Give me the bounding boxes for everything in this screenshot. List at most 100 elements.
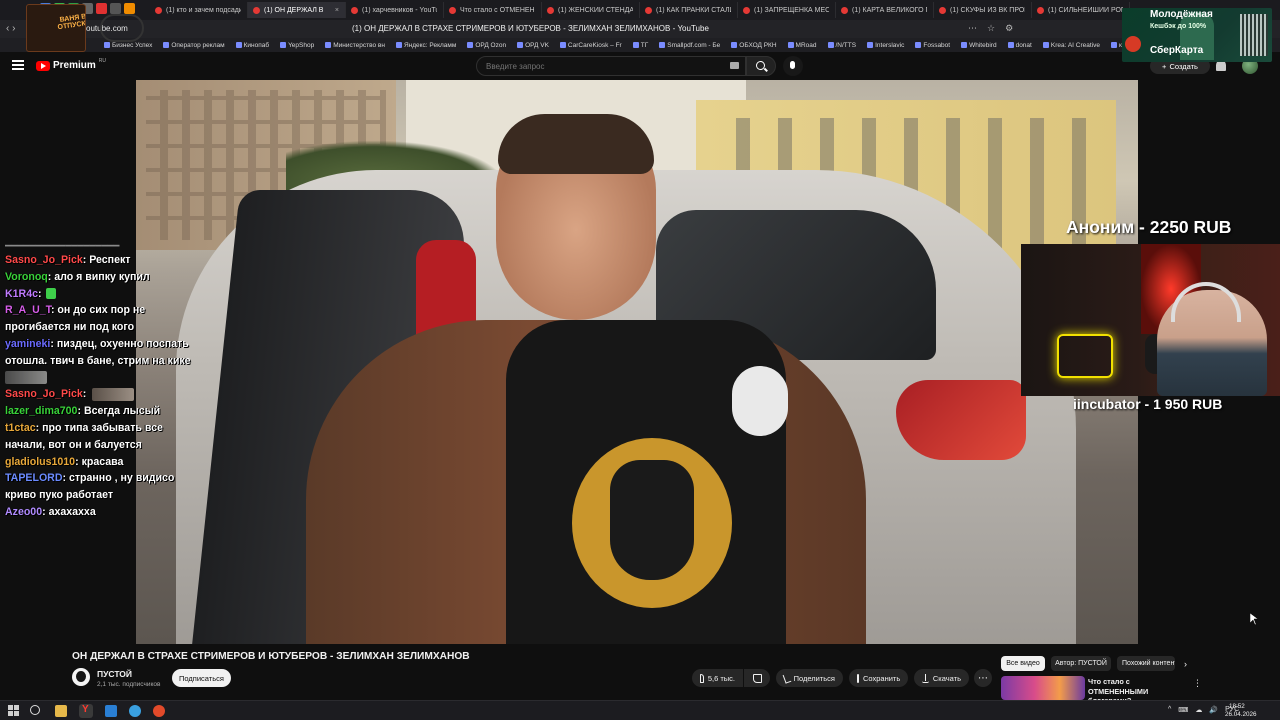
youtube-logo[interactable]: Premium RU: [36, 58, 106, 71]
chat-message: gladiolus1010: красава: [5, 454, 220, 471]
chat-text: ахахахха: [48, 505, 96, 518]
obs-icon[interactable]: [153, 705, 165, 717]
taskbar-app-icon[interactable]: [105, 705, 117, 717]
bookmark-item[interactable]: donat: [1007, 42, 1032, 49]
bookmark-item[interactable]: Fossabot: [915, 42, 950, 49]
tab-title: (1) ОН ДЕРЖАЛ В: [264, 6, 324, 14]
burger-king-logo: [1125, 36, 1141, 52]
tray-item[interactable]: ⌨: [1178, 706, 1188, 714]
download-button[interactable]: Скачать: [914, 669, 969, 687]
tray-item[interactable]: ☁: [1195, 706, 1202, 714]
bookmark-item[interactable]: ТГ: [632, 42, 648, 49]
tab-close-icon[interactable]: ×: [335, 7, 339, 14]
bookmark-item[interactable]: MRoad: [787, 42, 817, 49]
stream-chat-overlay: ━━━━━━━━━━━━━━━━━━━ Sasno_Jo_Pick: Респе…: [5, 244, 220, 521]
neon-sign-image: [1057, 334, 1113, 378]
browser-tab[interactable]: (1) СИЛЬНЕЙШИЙ РОБ: [1032, 2, 1130, 18]
channel-avatar[interactable]: [72, 668, 90, 686]
browser-tab[interactable]: (1) КАК ПРАНКИ СТАЛИ: [640, 2, 738, 18]
windows-taskbar: ^⌨☁🔊РУС 18:52 26.04.2026: [0, 700, 1280, 720]
bookmark-item[interactable]: Smallpdf.com - Бе: [659, 42, 720, 49]
related-video-menu-icon[interactable]: ⋮: [1193, 678, 1202, 689]
bookmark-label: Whitebird: [969, 41, 997, 49]
tray-item[interactable]: 🔊: [1209, 706, 1218, 714]
browser-tab[interactable]: (1) кто и зачем подсадил: [150, 2, 248, 18]
bookmark-label: Interslavic: [875, 41, 905, 49]
chip-similar-content[interactable]: Похожий контент: [1117, 656, 1175, 671]
video-player[interactable]: [136, 80, 1138, 644]
back-forward-icon[interactable]: ‹ ›: [6, 23, 15, 34]
chip-all-videos[interactable]: Все видео: [1001, 656, 1045, 671]
clock-date[interactable]: 26.04.2026: [1225, 711, 1257, 718]
bookmark-item[interactable]: Оператор реклам: [163, 42, 225, 49]
taskbar-search-icon[interactable]: [30, 705, 40, 715]
more-actions-button[interactable]: ⋯: [974, 669, 992, 687]
keyboard-icon[interactable]: [730, 62, 739, 69]
like-button[interactable]: 5,6 тыс.: [692, 669, 743, 687]
bookmark-item[interactable]: Whitebird: [961, 41, 997, 49]
windows-start-icon[interactable]: [8, 705, 20, 717]
bookmark-item[interactable]: Krea: AI Creative: [1042, 42, 1100, 49]
browser-tab[interactable]: (1) харчевников - YouTube: [346, 2, 444, 18]
related-video-thumbnail[interactable]: [1001, 676, 1085, 700]
bookmark-item[interactable]: Министерство вн: [325, 42, 385, 49]
chat-message: [5, 370, 220, 387]
browser-tab[interactable]: (1) ОН ДЕРЖАЛ В ×: [248, 2, 346, 18]
file-explorer-icon[interactable]: [55, 705, 67, 717]
plus-icon: +: [1162, 61, 1167, 71]
bookmark-item[interactable]: Кинопаб: [235, 42, 269, 49]
bookmark-item[interactable]: YepShop: [280, 42, 314, 49]
chat-username: R_A_U_T: [5, 304, 51, 317]
bookmark-item[interactable]: ОРД VK: [517, 42, 549, 49]
subscribe-button[interactable]: Подписаться: [172, 669, 231, 687]
pinned-tab-icon[interactable]: [110, 3, 121, 14]
chat-message: yamineki: пиздец, охуенно поспать: [5, 336, 220, 353]
translate-icon[interactable]: ⋯: [968, 23, 977, 34]
pinned-tab-icon[interactable]: [124, 3, 135, 14]
bookmark-favicon-icon: [395, 42, 402, 48]
bookmark-item[interactable]: Interslavic: [867, 42, 904, 49]
pinned-tab-icon[interactable]: [96, 3, 107, 14]
tab-favicon-icon: [253, 6, 260, 14]
channel-name[interactable]: ПУСТОЙ: [97, 669, 132, 679]
headphones-overlay-icon: [100, 14, 144, 42]
bookmark-item[interactable]: CarCareKiosk – Fr: [559, 42, 622, 49]
bookmark-label: Яндекс: Рекламм: [403, 41, 457, 49]
bookmark-item[interactable]: Бизнес Успех: [104, 42, 152, 49]
browser-tab[interactable]: (1) ЖЕНСКИЙ СТЕНДАП: [542, 2, 640, 18]
streamer-webcam: [1021, 244, 1280, 396]
chat-text: пиздец, охуенно поспать: [56, 337, 189, 350]
chip-author[interactable]: Автор: ПУСТОЙ: [1051, 656, 1111, 671]
browser-toolbar-icons[interactable]: ⋯ ☆ ⚙: [968, 23, 1013, 34]
browser-tab[interactable]: (1) ЗАПРЕЩЁНКА МЕСС: [738, 2, 836, 18]
bookmark-item[interactable]: ОБХОД РКН: [731, 42, 777, 49]
chat-username: t1ctac: [5, 421, 36, 434]
browser-tab[interactable]: (1) КАРТА ВЕЛИКОГО П: [836, 2, 934, 18]
tray-item[interactable]: ^: [1168, 706, 1171, 714]
chat-text: про типа забывать все: [42, 421, 163, 434]
voice-search-mic-icon[interactable]: [783, 56, 803, 76]
bookmark-favicon-icon: [915, 42, 922, 48]
bookmark-item[interactable]: Яндекс: Рекламм: [395, 41, 457, 49]
extensions-icon[interactable]: ⚙: [1005, 23, 1013, 34]
search-button[interactable]: [746, 56, 776, 76]
clock-time[interactable]: 18:52: [1229, 703, 1245, 710]
dislike-button[interactable]: [744, 669, 770, 687]
telegram-icon[interactable]: [129, 705, 141, 717]
bookmark-item[interactable]: ОРД Ozon: [467, 42, 506, 49]
share-button[interactable]: Поделиться: [776, 669, 843, 687]
browser-tab[interactable]: (1) СКУФЫ ИЗ ВК ПРОБ: [934, 2, 1032, 18]
chevron-right-icon[interactable]: ›: [1184, 659, 1187, 669]
chat-message: прогибается ни под кого: [5, 319, 220, 336]
search-input[interactable]: [476, 56, 746, 76]
bookmark-item[interactable]: /N/TTS: [827, 42, 856, 49]
hamburger-menu-icon[interactable]: [12, 60, 24, 70]
browser-tab[interactable]: Что стало с ОТМЕНЕН: [444, 2, 542, 18]
bookmark-favicon-icon: [1042, 42, 1049, 48]
bookmark-label: ОРД VK: [525, 41, 549, 49]
yandex-browser-icon[interactable]: [79, 704, 93, 718]
bookmark-star-icon[interactable]: ☆: [987, 23, 995, 34]
bookmark-favicon-icon: [632, 42, 639, 48]
save-button[interactable]: Сохранить: [849, 669, 908, 687]
tab-title: (1) кто и зачем подсадил: [166, 6, 241, 14]
